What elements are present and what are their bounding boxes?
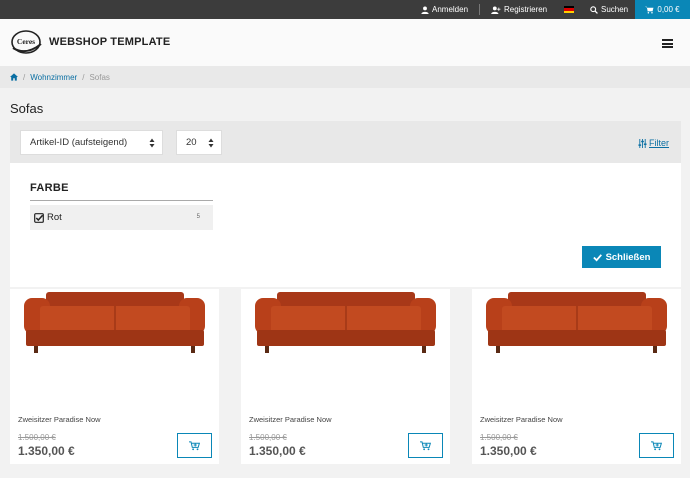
facet-item-count: 5	[196, 214, 200, 220]
close-filter-button[interactable]: Schließen	[582, 246, 661, 268]
menu-icon[interactable]	[662, 39, 673, 48]
sort-value: Artikel-ID (aufsteigend)	[30, 137, 128, 148]
sofa-image[interactable]	[480, 292, 673, 357]
german-flag-icon	[564, 6, 574, 13]
top-bar: Anmelden Registrieren Suchen 0,00 €	[0, 0, 690, 19]
breadcrumb-current: Sofas	[89, 72, 110, 82]
product-old-price: 1.500,00 €	[18, 433, 56, 442]
breadcrumb-separator: /	[23, 72, 26, 82]
search-link[interactable]: Suchen	[590, 0, 628, 19]
items-per-page-select[interactable]: 20	[176, 130, 222, 155]
breadcrumb: / Wohnzimmer / Sofas	[0, 66, 690, 88]
register-link[interactable]: Registrieren	[491, 0, 547, 19]
add-to-cart-button[interactable]	[639, 433, 674, 458]
product-price: 1.350,00 €	[249, 444, 306, 458]
topbar-divider	[479, 4, 480, 15]
user-icon	[421, 5, 429, 14]
sofa-image[interactable]	[18, 292, 211, 357]
product-price: 1.350,00 €	[18, 444, 75, 458]
product-name[interactable]: Zweisitzer Paradise Now	[249, 415, 332, 424]
product-card[interactable]: Zweisitzer Paradise Now 1.500,00 € 1.350…	[472, 289, 681, 464]
checkbox-checked-icon[interactable]	[34, 212, 44, 223]
page-title: Sofas	[10, 101, 44, 116]
filter-toggle[interactable]: Filter	[638, 138, 669, 148]
brand-name[interactable]: WEBSHOP TEMPLATE	[49, 36, 170, 48]
facet-item-label: Rot	[47, 212, 62, 223]
breadcrumb-separator: /	[82, 72, 85, 82]
search-icon	[590, 5, 598, 14]
product-name[interactable]: Zweisitzer Paradise Now	[18, 415, 101, 424]
product-old-price: 1.500,00 €	[249, 433, 287, 442]
cart-plus-icon	[651, 440, 662, 450]
cart-button[interactable]: 0,00 €	[635, 0, 690, 19]
cart-total: 0,00 €	[657, 5, 680, 14]
register-label: Registrieren	[504, 5, 548, 14]
add-to-cart-button[interactable]	[408, 433, 443, 458]
sofa-image[interactable]	[249, 292, 442, 357]
product-name[interactable]: Zweisitzer Paradise Now	[480, 415, 563, 424]
home-icon[interactable]	[10, 73, 18, 81]
ceres-logo[interactable]: Ceres	[9, 28, 43, 56]
check-icon	[592, 253, 602, 262]
logo-text: Ceres	[17, 37, 35, 46]
select-arrows-icon	[208, 138, 214, 148]
facet-item-rot[interactable]: Rot 5	[30, 205, 213, 230]
filter-label: Filter	[649, 138, 669, 148]
login-label: Anmelden	[432, 5, 469, 14]
cart-icon	[645, 6, 654, 13]
facet-title: FARBE	[30, 182, 69, 194]
breadcrumb-wohnzimmer[interactable]: Wohnzimmer	[30, 73, 77, 82]
sort-select[interactable]: Artikel-ID (aufsteigend)	[20, 130, 163, 155]
language-switch[interactable]	[564, 0, 574, 19]
per-page-value: 20	[186, 137, 197, 148]
search-label: Suchen	[601, 5, 629, 14]
product-card[interactable]: Zweisitzer Paradise Now 1.500,00 € 1.350…	[241, 289, 450, 464]
facet-divider	[30, 200, 213, 201]
product-card[interactable]: Zweisitzer Paradise Now 1.500,00 € 1.350…	[10, 289, 219, 464]
cart-plus-icon	[420, 440, 431, 450]
user-plus-icon	[491, 5, 501, 14]
sort-bar: Artikel-ID (aufsteigend) 20	[10, 121, 681, 163]
close-filter-label: Schließen	[605, 251, 651, 263]
product-price: 1.350,00 €	[480, 444, 537, 458]
add-to-cart-button[interactable]	[177, 433, 212, 458]
site-header: Ceres WEBSHOP TEMPLATE	[0, 19, 690, 66]
login-link[interactable]: Anmelden	[421, 0, 468, 19]
select-arrows-icon	[149, 138, 155, 148]
sliders-icon	[638, 138, 647, 148]
cart-plus-icon	[189, 440, 200, 450]
product-old-price: 1.500,00 €	[480, 433, 518, 442]
